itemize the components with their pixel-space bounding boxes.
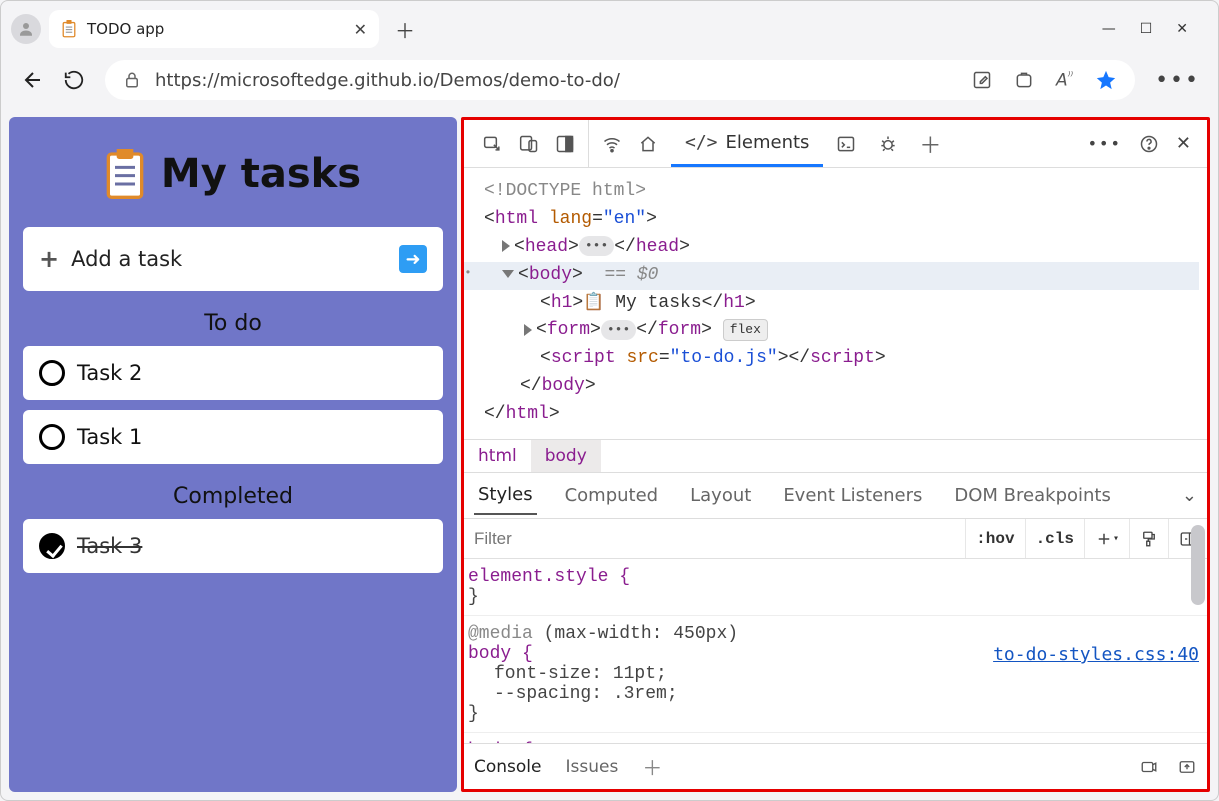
browser-tab[interactable]: TODO app ✕ [49,10,379,48]
plus-icon: + [39,245,59,273]
app-icon[interactable] [1014,70,1034,90]
style-rule-body-media[interactable]: @media (max-width: 450px) to-do-styles.c… [464,616,1207,733]
url-text: https://microsoftedge.github.io/Demos/de… [155,70,958,91]
devtools-more-button[interactable]: ••• [1088,134,1122,153]
ellipsis-badge[interactable]: ••• [579,236,614,256]
site-info-icon[interactable] [123,70,141,90]
task-label: Task 2 [77,361,142,385]
drawer-tab-issues[interactable]: Issues [566,757,619,777]
read-aloud-icon[interactable]: A⁾⁾ [1056,69,1073,91]
app-heading: My tasks [23,149,443,199]
collapse-icon[interactable] [502,270,514,278]
checkbox-checked-icon[interactable] [39,533,65,559]
task-item-completed[interactable]: Task 3 [23,519,443,573]
address-bar[interactable]: https://microsoftedge.github.io/Demos/de… [105,60,1135,100]
tab-elements[interactable]: </> Elements [671,120,823,167]
source-link[interactable]: to-do-styles.css:1 [1004,741,1199,743]
clipboard-icon [61,20,77,38]
devtools-panel: </> Elements ＋ ••• ✕ <!DOCTYPE html> <ht… [461,117,1210,792]
crumb-body[interactable]: body [531,440,601,472]
devtools-drawer: Console Issues ＋ [464,743,1207,789]
add-tab-icon[interactable]: ＋ [919,133,941,155]
dom-breadcrumb: html body [464,439,1207,473]
console-icon[interactable] [835,133,857,155]
clipboard-emoji-icon: 📋 [583,294,604,313]
checkbox-unchecked-icon[interactable] [39,424,65,450]
minimize-button[interactable]: — [1102,21,1116,37]
devtools-toolbar: </> Elements ＋ ••• ✕ [464,120,1207,168]
titlebar: TODO app ✕ ＋ — ☐ ✕ [1,1,1218,51]
refresh-button[interactable] [63,69,85,91]
drawer-expand-icon[interactable] [1177,758,1197,776]
dock-side-icon[interactable] [554,133,576,155]
task-label: Task 3 [77,534,142,558]
device-emulation-icon[interactable] [518,133,540,155]
network-conditions-icon[interactable] [601,133,623,155]
add-task-placeholder: Add a task [71,247,182,271]
styles-pane[interactable]: :hov .cls ▾ element.style { } @media (ma… [464,519,1207,743]
drawer-add-tab[interactable]: ＋ [642,752,662,781]
browser-toolbar: https://microsoftedge.github.io/Demos/de… [1,51,1218,109]
style-rule-element[interactable]: element.style { } [464,559,1207,616]
scrollbar-thumb[interactable] [1191,525,1205,605]
styles-filter-row: :hov .cls ▾ [464,519,1207,559]
drawer-tab-console[interactable]: Console [474,757,542,777]
expand-icon[interactable] [524,324,532,336]
tab-dom-breakpoints[interactable]: DOM Breakpoints [950,477,1114,514]
tab-layout[interactable]: Layout [686,477,755,514]
welcome-icon[interactable] [637,133,659,155]
hov-toggle[interactable]: :hov [965,519,1024,558]
tab-styles[interactable]: Styles [474,476,537,515]
close-tab-button[interactable]: ✕ [354,20,367,39]
ellipsis-badge[interactable]: ••• [601,320,636,340]
checkbox-unchecked-icon[interactable] [39,360,65,386]
window-controls: — ☐ ✕ [1102,21,1208,37]
tab-title: TODO app [87,20,164,38]
tab-computed[interactable]: Computed [561,477,663,514]
cls-toggle[interactable]: .cls [1025,519,1084,558]
close-window-button[interactable]: ✕ [1176,21,1188,37]
styles-filter-input[interactable] [464,529,965,549]
todo-app: My tasks + Add a task ➜ To do Task 2 Tas… [9,117,457,792]
app-title-text: My tasks [161,151,361,197]
back-button[interactable] [19,68,43,92]
new-tab-button[interactable]: ＋ [387,15,423,44]
code-icon: </> [685,132,718,153]
maximize-button[interactable]: ☐ [1140,21,1153,37]
chevron-down-icon[interactable]: ⌄ [1182,485,1197,506]
browser-menu-button[interactable]: ••• [1155,68,1200,93]
section-todo-heading: To do [23,311,443,336]
clipboard-icon [105,149,145,199]
styles-tabs: Styles Computed Layout Event Listeners D… [464,473,1207,519]
inspect-element-icon[interactable] [482,133,504,155]
submit-task-button[interactable]: ➜ [399,245,427,273]
doctype-node: <!DOCTYPE html> [484,181,646,201]
tab-event-listeners[interactable]: Event Listeners [779,477,926,514]
new-style-rule-button[interactable]: ▾ [1084,519,1129,558]
paint-icon[interactable] [1129,519,1168,558]
task-item[interactable]: Task 1 [23,410,443,464]
favorite-star-icon[interactable] [1095,69,1117,91]
tab-elements-label: Elements [726,132,810,153]
expand-icon[interactable] [502,240,510,252]
crumb-html[interactable]: html [464,440,531,472]
source-link[interactable]: to-do-styles.css:40 [993,644,1199,665]
task-item[interactable]: Task 2 [23,346,443,400]
selected-hint: == $0 [604,265,658,285]
close-devtools-button[interactable]: ✕ [1176,133,1191,154]
add-task-input[interactable]: + Add a task ➜ [23,227,443,291]
dom-tree[interactable]: <!DOCTYPE html> <html lang="en"> <head>•… [464,168,1207,439]
selected-dom-node[interactable]: <body> == $0 [461,262,1199,290]
task-label: Task 1 [77,425,142,449]
edit-icon[interactable] [972,70,992,90]
style-rule-body-truncated[interactable]: to-do-styles.css:1 body { [464,733,1207,743]
section-completed-heading: Completed [23,484,443,509]
flex-badge[interactable]: flex [723,319,768,341]
drawer-tool-icon[interactable] [1139,758,1159,776]
bug-icon[interactable] [877,133,899,155]
profile-avatar[interactable] [11,14,41,44]
help-icon[interactable] [1138,133,1160,155]
